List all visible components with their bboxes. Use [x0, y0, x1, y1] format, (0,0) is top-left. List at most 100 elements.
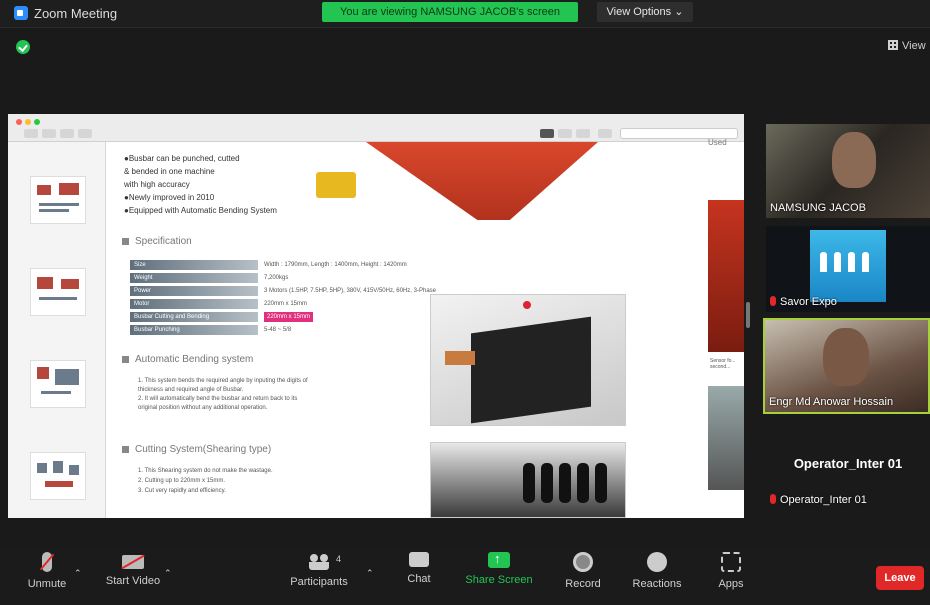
spec-key: Weight: [130, 273, 258, 283]
unmute-label: Unmute: [27, 578, 67, 590]
apps-label: Apps: [718, 578, 744, 590]
feature-bullet: & bended in one machine: [124, 167, 215, 176]
apps-button[interactable]: Apps: [696, 552, 766, 590]
feature-bullet: ●Equipped with Automatic Bending System: [124, 206, 277, 215]
participant-video-face: [832, 132, 876, 188]
toolbar-tool-icon: [24, 129, 38, 138]
video-options-caret-icon[interactable]: ⌃: [164, 568, 172, 579]
cutting-machine-photo: [430, 442, 626, 518]
audio-options-caret-icon[interactable]: ⌃: [74, 568, 82, 579]
chat-button[interactable]: Chat: [384, 552, 454, 585]
mic-muted-icon: [770, 494, 776, 504]
participants-options-caret-icon[interactable]: ⌃: [366, 568, 374, 579]
window-title: Zoom Meeting: [34, 6, 118, 21]
spec-key: Busbar Punching: [130, 325, 258, 335]
participant-name: Operator_Inter 01: [770, 494, 867, 506]
participants-button[interactable]: Participants: [284, 552, 354, 588]
participant-tile[interactable]: NAMSUNG JACOB: [766, 124, 930, 218]
close-dot-icon: [16, 119, 22, 125]
spec-value: 220mm x 15mm: [264, 301, 308, 307]
spec-value: 5-48 ~ 5/8: [264, 327, 292, 333]
spec-value: 7,200kgs: [264, 275, 289, 281]
spec-key: Power: [130, 286, 258, 296]
spec-row: Size Width : 1790mm, Length : 1400mm, He…: [130, 260, 492, 271]
page-thumbnail: [30, 268, 86, 316]
record-button[interactable]: Record: [548, 552, 618, 590]
document-page: ●Busbar can be punched, cutted & bended …: [108, 142, 708, 518]
cutting-text: 1. This Shearing system do not make the …: [138, 468, 273, 474]
side-photo: [708, 386, 744, 490]
share-split-handle[interactable]: [746, 302, 750, 328]
participants-label: Participants: [290, 576, 348, 588]
participant-name: Engr Md Anowar Hossain: [769, 396, 894, 408]
feature-bullet: ●Busbar can be punched, cutted: [124, 154, 240, 163]
participant-tile[interactable]: Savor Expo: [766, 226, 930, 312]
unmute-button[interactable]: Unmute: [12, 552, 82, 590]
participant-tile[interactable]: Operator_Inter 01 Operator_Inter 01: [766, 424, 930, 510]
zoom-logo-icon: [14, 6, 28, 20]
toolbar-tool-icon: [576, 129, 590, 138]
page-thumbnail: [30, 360, 86, 408]
share-screen-icon: [488, 551, 510, 568]
side-photo: [708, 200, 744, 352]
toolbar-tool-icon: [540, 129, 554, 138]
savor-expo-logo: [810, 230, 886, 302]
reactions-button[interactable]: Reactions: [622, 552, 692, 590]
chat-icon: [409, 552, 429, 567]
page-thumbnail: [30, 176, 86, 224]
spec-heading: Specification: [122, 236, 192, 247]
share-screen-label: Share Screen: [465, 574, 533, 586]
spec-key: Size: [130, 260, 258, 270]
spec-value: Width : 1790mm, Length : 1400mm, Height …: [264, 262, 407, 268]
view-button-label: View: [902, 40, 926, 52]
machine-part-image: [316, 172, 356, 198]
start-video-button[interactable]: Start Video: [98, 552, 168, 587]
record-icon: [573, 552, 593, 572]
encryption-shield-icon[interactable]: [16, 40, 30, 54]
minimize-dot-icon: [25, 119, 31, 125]
participant-tile-active-speaker[interactable]: Engr Md Anowar Hossain: [763, 318, 930, 414]
page-thumbnail: [30, 452, 86, 500]
view-layout-button[interactable]: View: [888, 40, 926, 52]
spec-key: Motor: [130, 299, 258, 309]
record-label: Record: [565, 578, 601, 590]
spec-value: 3 Motors (1.5HP, 7.5HP, 5HP), 380V, 415V…: [264, 288, 436, 294]
chat-label: Chat: [407, 573, 431, 585]
toolbar-tool-icon: [598, 129, 612, 138]
reactions-icon: [647, 552, 667, 572]
toolbar-tool-icon: [78, 129, 92, 138]
toolbar-tool-icon: [42, 129, 56, 138]
side-caption: Sensor fo... second...: [710, 358, 736, 370]
microphone-muted-icon: [42, 552, 52, 572]
shared-screen[interactable]: ●Busbar can be punched, cutted & bended …: [8, 114, 744, 518]
spec-value-highlighted: 220mm x 15mm: [264, 312, 314, 322]
bending-text: original position without any additional…: [138, 405, 268, 411]
machine-image: [366, 142, 598, 220]
apps-icon: [721, 552, 741, 572]
bending-machine-photo: [430, 294, 626, 426]
spec-row: Weight 7,200kgs: [130, 273, 492, 284]
participant-video-face: [823, 328, 869, 386]
cutting-text: 3. Cut very rapidly and efficiency.: [138, 488, 226, 494]
toolbar-tool-icon: [558, 129, 572, 138]
view-options-button[interactable]: View Options ⌄: [597, 2, 693, 22]
participants-icon: [309, 552, 329, 570]
bending-heading: Automatic Bending system: [122, 354, 253, 365]
participants-count: 4: [336, 554, 342, 564]
mic-muted-icon: [770, 296, 776, 306]
window-titlebar: Zoom Meeting You are viewing NAMSUNG JAC…: [0, 0, 930, 28]
right-column-heading: Used: [708, 138, 727, 147]
participant-display-name: Operator_Inter 01: [793, 456, 903, 471]
reactions-label: Reactions: [632, 578, 682, 590]
feature-bullet: with high accuracy: [124, 180, 190, 189]
video-off-icon: [122, 555, 144, 569]
cutting-text: 2. Cutting up to 220mm x 15mm.: [138, 478, 226, 484]
grid-view-icon: [888, 40, 898, 50]
leave-button[interactable]: Leave: [876, 566, 924, 590]
meeting-toolbar: Unmute ⌃ Start Video ⌃ Participants 4 ⌃ …: [0, 548, 930, 605]
share-screen-button[interactable]: Share Screen: [464, 551, 534, 586]
feature-bullet: ●Newly improved in 2010: [124, 193, 215, 202]
participant-name: NAMSUNG JACOB: [770, 202, 866, 214]
toolbar-tool-icon: [60, 129, 74, 138]
shared-app-toolbar: [8, 114, 744, 142]
